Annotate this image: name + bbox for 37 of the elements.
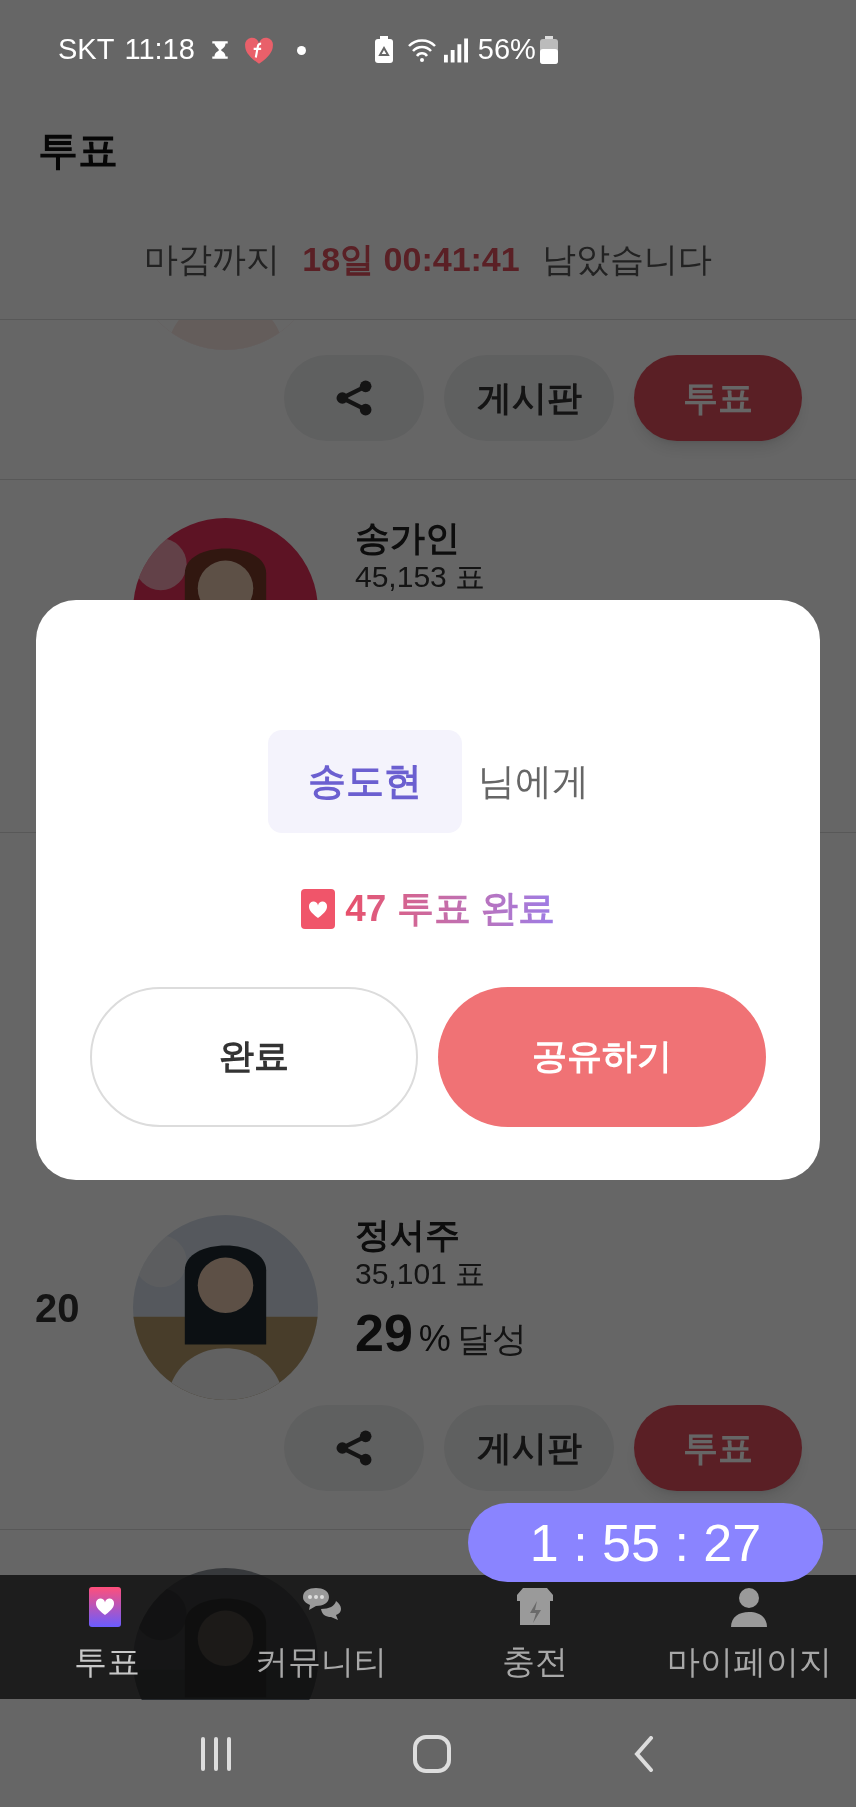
nav-tab[interactable]: 투표 [0, 1575, 214, 1699]
candidate-name: 정서주 [355, 1215, 461, 1256]
nav-label: 마이페이지 [666, 1642, 832, 1683]
timer-pill: 1 : 55 : 27 [468, 1503, 823, 1582]
carrier-label: SKT [58, 32, 115, 68]
deadline-label: 마감까지 [144, 239, 281, 280]
recipient-suffix: 님에게 [477, 759, 589, 804]
home-icon[interactable] [413, 1734, 451, 1773]
page-title: 투표 [38, 127, 118, 174]
achievement-percent: 29 [355, 1302, 413, 1364]
nav-label: 커뮤니티 [255, 1642, 387, 1683]
person-icon [729, 1587, 769, 1630]
clock-time: 11:18 [124, 32, 195, 68]
battery-icon [539, 36, 558, 64]
percent-sign: % [418, 1316, 451, 1361]
share-icon [336, 380, 372, 416]
nav-label: 투표 [74, 1642, 140, 1683]
vote-count: 45,153 표 [355, 560, 486, 595]
nav-label: 충전 [502, 1642, 568, 1683]
signal-icon [443, 37, 468, 63]
app-heart-icon [242, 35, 275, 65]
battery-percent: 56% [477, 32, 536, 68]
vote-count: 35,101 표 [355, 1257, 487, 1292]
share-icon [336, 1430, 372, 1466]
rank-number: 20 [35, 1285, 80, 1330]
done-button[interactable]: 완료 [90, 986, 418, 1127]
candidate-name: 송가인 [355, 518, 461, 559]
deadline-countdown: 18일 00:41:41 [302, 239, 520, 280]
deadline-label: 남았습니다 [541, 239, 712, 280]
recipient-name: 송도현 [267, 730, 462, 833]
battery-saver-icon [373, 36, 394, 64]
nav-tab[interactable]: 커뮤니티 [214, 1575, 428, 1699]
wifi-icon [405, 36, 438, 64]
back-icon[interactable] [633, 1735, 655, 1772]
heart-card-icon [301, 888, 336, 929]
achievement-label: 달성 [456, 1317, 527, 1360]
recent-apps-icon[interactable] [201, 1736, 231, 1771]
